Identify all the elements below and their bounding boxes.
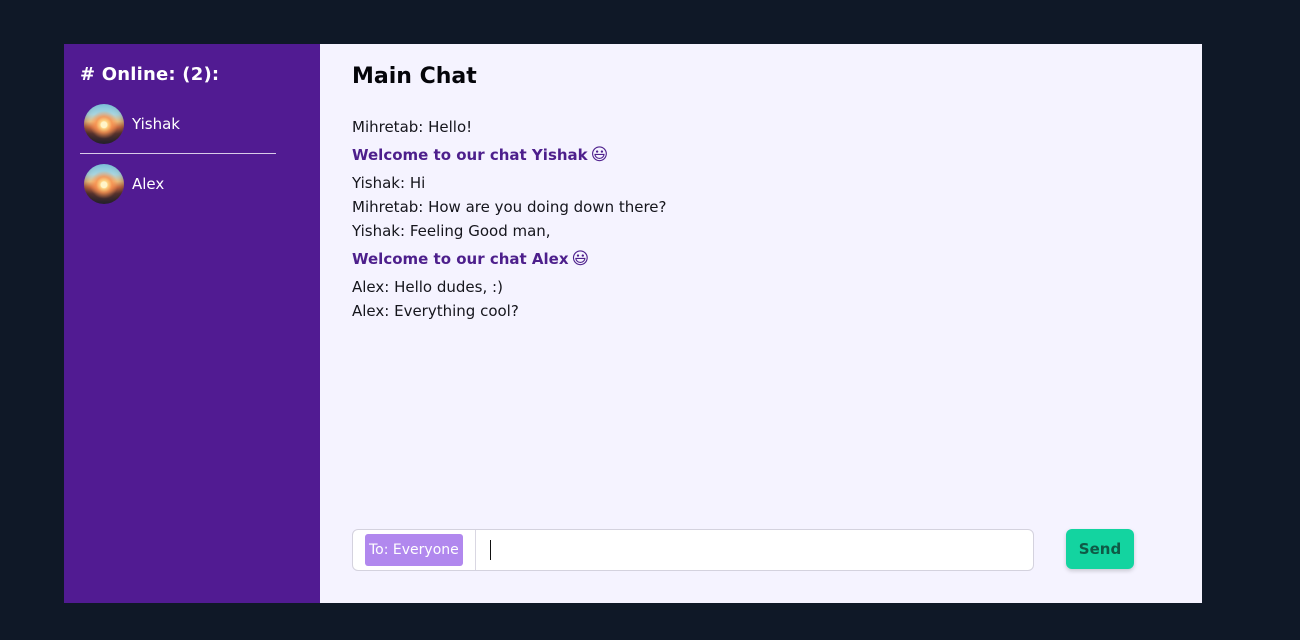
chat-app: # Online: (2): Yishak Alex Main Chat Mih… <box>64 44 1202 603</box>
chat-title: Main Chat <box>352 64 477 89</box>
chat-message: Yishak: Feeling Good man, <box>352 219 1170 243</box>
message-text: Yishak: Feeling Good man, <box>352 222 551 240</box>
online-users-sidebar: # Online: (2): Yishak Alex <box>64 44 320 603</box>
message-text: Mihretab: Hello! <box>352 118 473 136</box>
user-name: Alex <box>132 175 165 193</box>
smiley-emoji-icon: 😃 <box>590 145 609 165</box>
message-text: Yishak: Hi <box>352 174 426 192</box>
chat-message: Alex: Hello dudes, :) <box>352 275 1170 299</box>
user-name: Yishak <box>132 115 180 133</box>
message-text: Alex: Everything cool? <box>352 302 519 320</box>
message-text: Mihretab: How are you doing down there? <box>352 198 667 216</box>
message-text: Welcome to our chat Alex <box>352 250 569 268</box>
recipient-select[interactable]: To: Everyone <box>365 534 463 566</box>
send-button[interactable]: Send <box>1066 529 1134 569</box>
avatar <box>84 164 124 204</box>
message-composer: To: Everyone <box>352 529 1034 571</box>
chat-message: Mihretab: Hello! <box>352 115 1170 139</box>
message-input[interactable] <box>475 531 1033 569</box>
online-user-yishak[interactable]: Yishak <box>80 99 276 149</box>
online-user-list: Yishak Alex <box>80 99 276 209</box>
text-caret <box>490 540 491 560</box>
avatar <box>84 104 124 144</box>
main-chat-panel: Main Chat Mihretab: Hello! Welcome to ou… <box>320 44 1202 603</box>
online-users-title: # Online: (2): <box>80 64 220 85</box>
message-text: Alex: Hello dudes, :) <box>352 278 503 296</box>
welcome-message: Welcome to our chat Alex 😃 <box>352 245 1170 273</box>
chat-message: Mihretab: How are you doing down there? <box>352 195 1170 219</box>
online-user-alex[interactable]: Alex <box>80 153 276 209</box>
welcome-message: Welcome to our chat Yishak 😃 <box>352 141 1170 169</box>
chat-message: Alex: Everything cool? <box>352 299 1170 323</box>
message-list: Mihretab: Hello! Welcome to our chat Yis… <box>352 115 1170 323</box>
message-text: Welcome to our chat Yishak <box>352 146 588 164</box>
chat-message: Yishak: Hi <box>352 171 1170 195</box>
smiley-emoji-icon: 😃 <box>571 249 590 269</box>
